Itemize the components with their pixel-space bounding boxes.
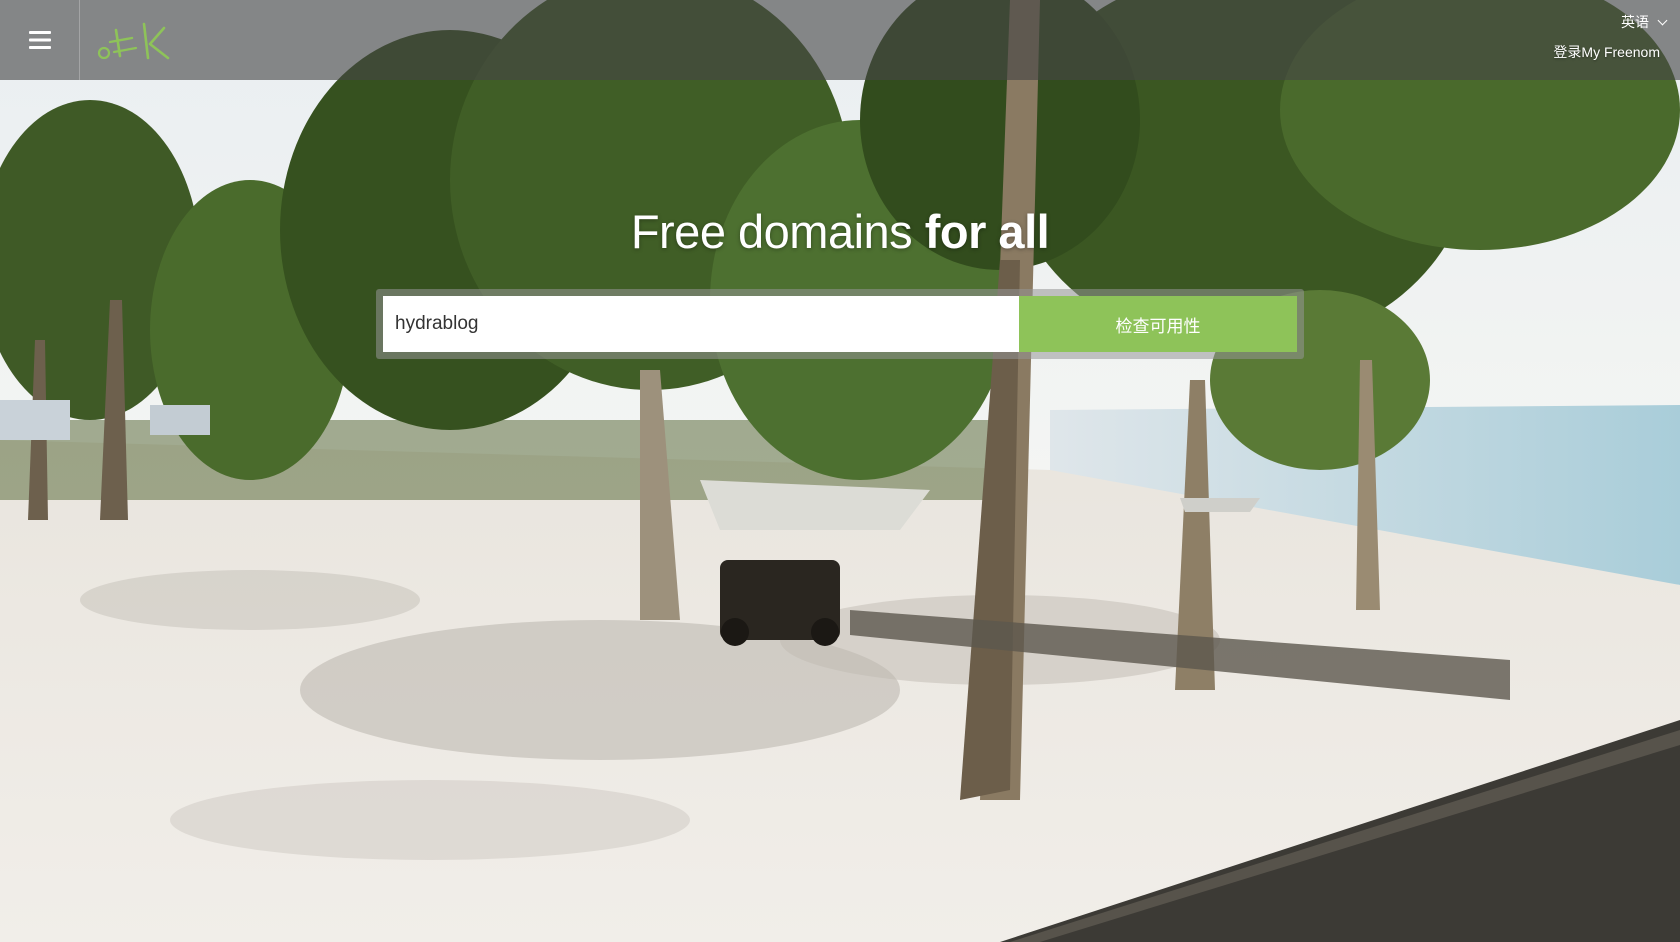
tk-logo-icon	[97, 22, 170, 60]
domain-search-input[interactable]	[383, 296, 1019, 352]
background-beach-image	[0, 0, 1680, 942]
hero-title: Free domains for all	[0, 204, 1680, 259]
hero-title-bold: for all	[924, 205, 1050, 258]
top-header: 英语 登录My Freenom	[0, 0, 1680, 80]
menu-button[interactable]	[0, 0, 80, 80]
language-selector[interactable]: 英语	[1621, 12, 1668, 32]
login-link[interactable]: 登录My Freenom	[1553, 42, 1660, 62]
domain-search-form: 检查可用性	[376, 289, 1304, 359]
tk-logo[interactable]	[96, 18, 176, 64]
chevron-down-icon	[1657, 15, 1668, 26]
language-label: 英语	[1621, 14, 1649, 30]
hero-title-light: Free domains	[630, 205, 925, 258]
page: 英语 登录My Freenom Free domains for all 检查可…	[0, 0, 1680, 942]
hamburger-menu-icon	[28, 31, 51, 49]
check-availability-button[interactable]: 检查可用性	[1019, 296, 1297, 352]
